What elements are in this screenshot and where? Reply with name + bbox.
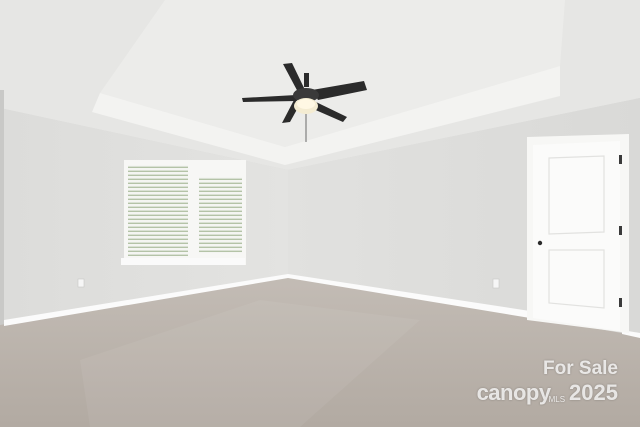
watermark-brand-line: canopyMLS 2025	[458, 380, 618, 413]
outlet-right	[492, 278, 500, 289]
watermark-for-sale: For Sale	[543, 358, 618, 379]
door	[527, 134, 629, 333]
watermark-mls: MLS	[548, 395, 566, 404]
watermark: For Sale canopyMLS 2025	[458, 358, 618, 413]
window	[121, 160, 246, 265]
room-photo: For Sale canopyMLS 2025	[0, 0, 640, 427]
watermark-brand: canopy	[476, 380, 552, 405]
outlet-left	[77, 278, 85, 288]
watermark-year: 2025	[569, 380, 618, 405]
